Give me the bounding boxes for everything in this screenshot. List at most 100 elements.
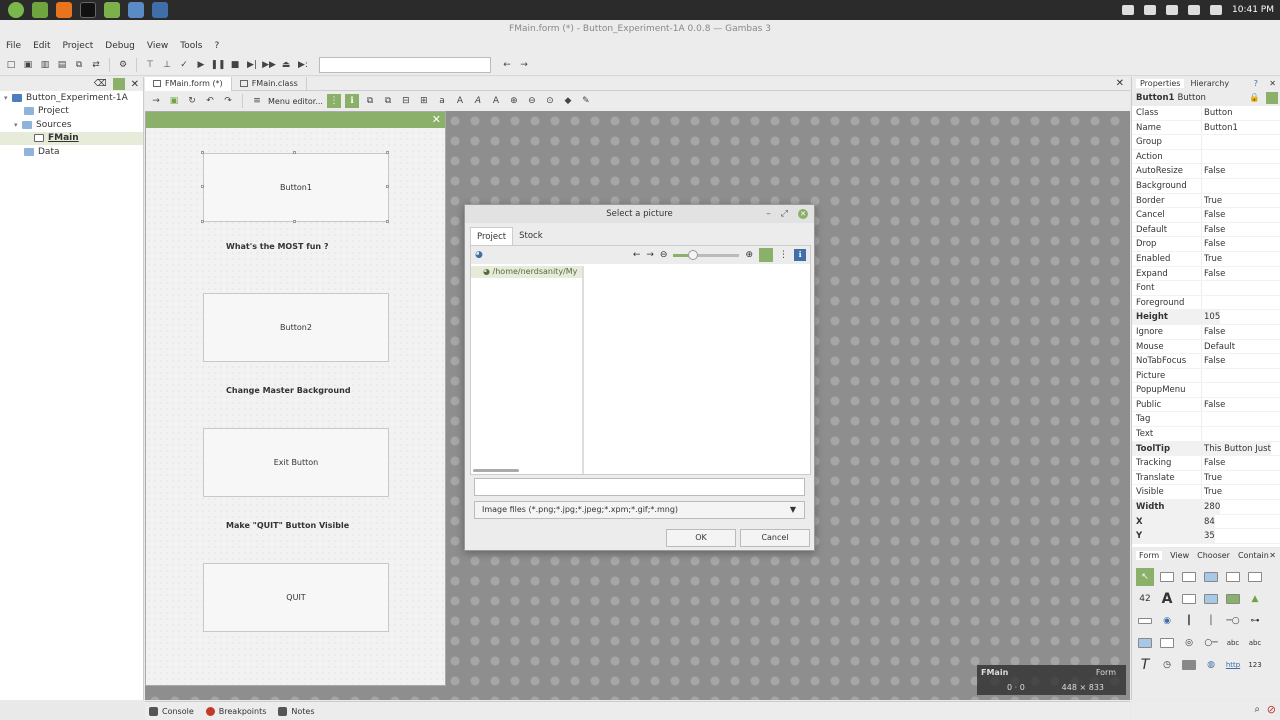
tab-form[interactable]: Form xyxy=(1136,550,1163,560)
hscroll-tool-icon[interactable]: ⊶ xyxy=(1246,612,1264,630)
stop-icon[interactable]: ■ xyxy=(228,58,242,72)
check-icon[interactable]: ✓ xyxy=(177,58,191,72)
save-icon[interactable]: ▣ xyxy=(21,58,35,72)
valuebox-tool-icon[interactable]: 123 xyxy=(1246,656,1264,674)
italic-icon[interactable]: A xyxy=(471,94,485,108)
urllabel-tool-icon[interactable]: http xyxy=(1224,656,1242,674)
undo-icon[interactable]: ↶ xyxy=(203,94,217,108)
redo-icon[interactable]: ↷ xyxy=(221,94,235,108)
property-row[interactable]: Foreground xyxy=(1132,295,1280,311)
property-row[interactable]: Default False xyxy=(1132,222,1280,238)
timer-tool-icon[interactable]: ◷ xyxy=(1158,656,1176,674)
arrow-right-icon[interactable]: → xyxy=(149,94,163,108)
mint-menu-icon[interactable] xyxy=(8,2,24,18)
maskbox-tool-icon[interactable] xyxy=(1180,590,1198,608)
resize-handle[interactable] xyxy=(293,151,296,154)
separator-tool-icon[interactable]: │ xyxy=(1202,612,1220,630)
forward-icon[interactable]: → xyxy=(646,250,654,260)
search-icon[interactable]: ⌕ xyxy=(1254,704,1260,715)
property-value[interactable] xyxy=(1202,281,1204,295)
property-value[interactable] xyxy=(1202,150,1204,164)
label-tool-icon[interactable]: A xyxy=(1158,590,1176,608)
property-row[interactable]: Visible True xyxy=(1132,485,1280,501)
tree-item-fmain[interactable]: FMain xyxy=(0,131,143,145)
dial-tool-icon[interactable]: ◎ xyxy=(1180,634,1198,652)
settings-icon[interactable]: ⚙ xyxy=(116,58,130,72)
property-value[interactable]: False xyxy=(1202,398,1225,412)
back-icon[interactable]: ← xyxy=(633,250,641,260)
options-icon[interactable]: ⋮ xyxy=(779,250,788,260)
properties-icon[interactable]: ▤ xyxy=(55,58,69,72)
property-row[interactable]: Class Button xyxy=(1132,106,1280,121)
property-row[interactable]: NoTabFocus False xyxy=(1132,354,1280,369)
textedit-tool-icon[interactable]: T xyxy=(1136,656,1154,674)
resize-handle[interactable] xyxy=(293,220,296,223)
property-value[interactable]: True xyxy=(1202,194,1222,208)
property-row[interactable]: Width 280 xyxy=(1132,500,1280,515)
tab-properties[interactable]: Properties xyxy=(1136,79,1185,88)
property-value[interactable] xyxy=(1202,135,1204,149)
tab-project[interactable]: Project xyxy=(470,227,514,245)
battery-icon[interactable] xyxy=(1210,5,1222,15)
listbox-tool-icon[interactable] xyxy=(1136,634,1154,652)
property-row[interactable]: Mouse Default xyxy=(1132,339,1280,355)
close-icon[interactable]: ✕ xyxy=(798,209,808,219)
property-value[interactable] xyxy=(1202,383,1204,397)
property-row[interactable]: Enabled True xyxy=(1132,251,1280,267)
property-value[interactable] xyxy=(1202,427,1204,441)
pause-icon[interactable]: ❚❚ xyxy=(210,58,225,72)
cancel-button[interactable]: Cancel xyxy=(740,529,810,547)
shield-icon[interactable] xyxy=(1166,5,1178,15)
info-icon[interactable]: ℹ xyxy=(794,249,806,261)
tab-chooser[interactable]: Chooser xyxy=(1197,551,1230,560)
compile-icon[interactable]: ⊤ xyxy=(143,58,157,72)
resize-handle[interactable] xyxy=(386,151,389,154)
property-row[interactable]: X 84 xyxy=(1132,514,1280,530)
search-input[interactable] xyxy=(319,56,491,73)
radiobutton-tool-icon[interactable]: ◉ xyxy=(1158,612,1176,630)
info-icon[interactable]: ℹ xyxy=(344,94,359,108)
property-value[interactable]: False xyxy=(1202,456,1225,470)
textarea-tool-icon[interactable]: abc xyxy=(1224,634,1242,652)
webview-tool-icon[interactable]: ◍ xyxy=(1202,656,1220,674)
combobox-tool-icon[interactable] xyxy=(1246,568,1264,586)
resize-handle[interactable] xyxy=(386,185,389,188)
terminal-icon[interactable] xyxy=(80,2,96,18)
zoom-out-icon[interactable]: ⊖ xyxy=(525,94,539,108)
collapse-icon[interactable]: ▾ xyxy=(4,94,12,102)
menu-tools[interactable]: Tools xyxy=(180,41,202,51)
forward-icon[interactable]: ▶: xyxy=(296,58,310,72)
close-tab-icon[interactable]: ✕ xyxy=(1116,78,1124,89)
menu-view[interactable]: View xyxy=(147,41,168,51)
clear-icon[interactable]: ⌫ xyxy=(94,79,107,89)
spinbox-tool-icon[interactable] xyxy=(1202,590,1220,608)
panel-tool-icon[interactable] xyxy=(1202,568,1220,586)
step-icon[interactable]: ▶| xyxy=(245,58,259,72)
property-value[interactable]: False xyxy=(1202,267,1225,281)
close-icon[interactable]: ✕ xyxy=(131,79,139,90)
property-value[interactable]: False xyxy=(1202,164,1225,178)
property-row[interactable]: Public False xyxy=(1132,397,1280,413)
gambas-icon[interactable] xyxy=(128,2,144,18)
form-button2[interactable]: Button2 xyxy=(203,293,389,362)
menu-editor-icon[interactable]: ≡ xyxy=(250,94,264,108)
property-value[interactable] xyxy=(1202,369,1204,383)
property-value[interactable] xyxy=(1202,296,1204,310)
close-icon[interactable]: ✕ xyxy=(1269,79,1276,88)
property-row[interactable]: Group xyxy=(1132,135,1280,150)
picturebox-tool-icon[interactable] xyxy=(1224,568,1242,586)
tab-container[interactable]: Contain xyxy=(1238,551,1269,560)
copy-icon[interactable]: ⧉ xyxy=(72,58,86,72)
text-icon[interactable]: a xyxy=(435,94,449,108)
resize-handle[interactable] xyxy=(201,151,204,154)
tree-item-project[interactable]: Project xyxy=(0,105,143,119)
property-row[interactable]: Height 105 xyxy=(1132,310,1280,325)
maximize-icon[interactable]: ⤢ xyxy=(781,205,788,223)
property-row[interactable]: Ignore False xyxy=(1132,324,1280,340)
zoom-fit-icon[interactable]: ⊙ xyxy=(543,94,557,108)
textlabel-tool-icon[interactable]: abc xyxy=(1246,634,1264,652)
slider-tool-icon[interactable]: ─○ xyxy=(1224,612,1242,630)
textbox-tool-icon[interactable] xyxy=(1180,568,1198,586)
align-h-icon[interactable]: ⊞ xyxy=(417,94,431,108)
frame-tool-icon[interactable] xyxy=(1158,634,1176,652)
